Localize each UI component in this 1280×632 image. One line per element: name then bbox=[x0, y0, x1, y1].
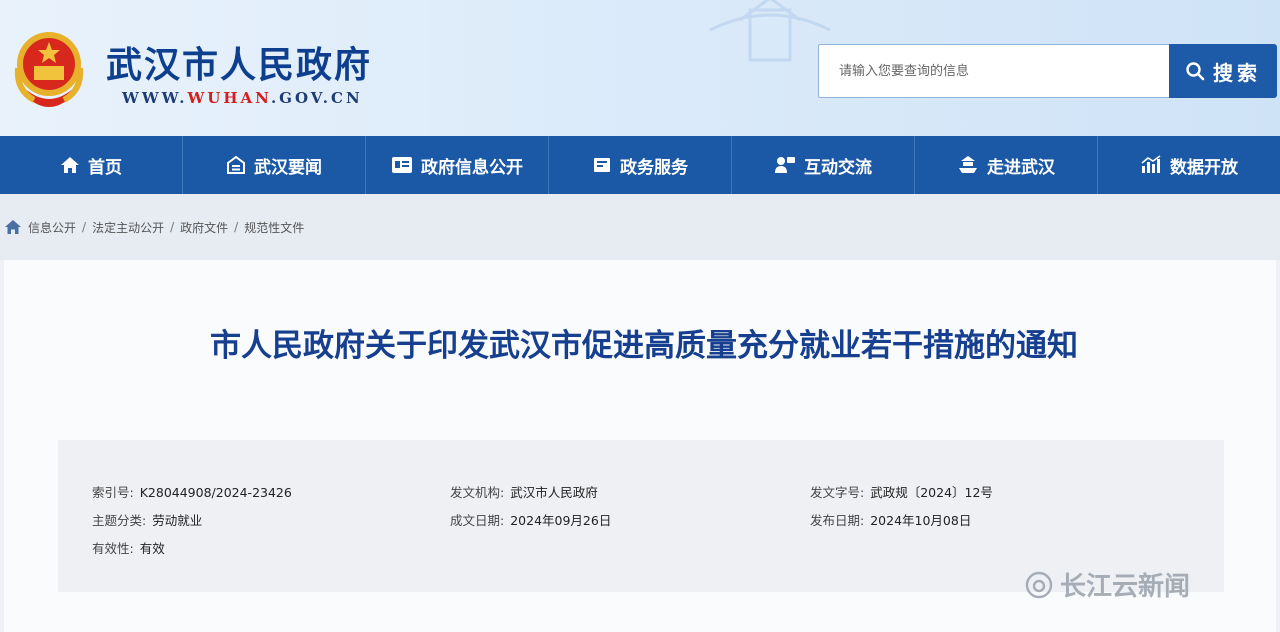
home-icon bbox=[61, 157, 79, 173]
news-icon bbox=[227, 155, 245, 174]
chat-icon bbox=[775, 157, 795, 173]
watermark-text: 长江云新闻 bbox=[1060, 572, 1191, 602]
breadcrumb-item[interactable]: 政府文件 bbox=[180, 219, 228, 236]
nav-item-label: 走进武汉 bbox=[987, 157, 1055, 178]
nav-item-label: 政府信息公开 bbox=[421, 157, 523, 178]
service-icon bbox=[594, 158, 610, 172]
nav-item-interaction[interactable]: 互动交流 bbox=[732, 136, 915, 194]
nav-item-explore-wuhan[interactable]: 走进武汉 bbox=[915, 136, 1098, 194]
meta-published-date: 发布日期: 2024年10月08日 bbox=[810, 513, 972, 528]
site-url[interactable]: WWW.WUHAN.GOV.CN bbox=[122, 89, 363, 107]
breadcrumb-separator: / bbox=[170, 220, 175, 234]
site-url-highlight: WUHAN bbox=[187, 89, 271, 107]
breadcrumb-item[interactable]: 规范性文件 bbox=[244, 219, 304, 236]
breadcrumb-item[interactable]: 信息公开 bbox=[28, 219, 76, 236]
site-url-prefix: WWW. bbox=[122, 89, 188, 107]
document-title: 市人民政府关于印发武汉市促进高质量充分就业若干措施的通知 bbox=[210, 328, 1078, 364]
meta-doc-number: 发文字号: 武政规〔2024〕12号 bbox=[810, 485, 993, 500]
meta-validity: 有效性: 有效 bbox=[92, 541, 165, 556]
nav-item-open-data[interactable]: 数据开放 bbox=[1098, 136, 1280, 194]
nav-item-gov-service[interactable]: 政务服务 bbox=[549, 136, 732, 194]
national-emblem-icon bbox=[14, 32, 84, 107]
meta-index: 索引号: K28044908/2024-23426 bbox=[92, 485, 292, 500]
breadcrumb: 信息公开 / 法定主动公开 / 政府文件 / 规范性文件 bbox=[0, 194, 1280, 260]
search-button[interactable]: 搜索 bbox=[1169, 44, 1277, 98]
site-url-suffix: .GOV.CN bbox=[270, 89, 363, 107]
meta-topic: 主题分类: 劳动就业 bbox=[92, 513, 203, 528]
nav-item-wuhan-news[interactable]: 武汉要闻 bbox=[183, 136, 366, 194]
meta-issuer: 发文机构: 武汉市人民政府 bbox=[450, 485, 598, 500]
home-icon[interactable] bbox=[4, 219, 22, 235]
nav-item-gov-info[interactable]: 政府信息公开 bbox=[366, 136, 549, 194]
meta-row: 索引号: K28044908/2024-23426 发文机构: 武汉市人民政府 发文… bbox=[58, 482, 1224, 506]
search-icon bbox=[1186, 62, 1205, 81]
weibo-logo-icon bbox=[1025, 571, 1053, 598]
site-header: 武汉市人民政府 WWW.WUHAN.GOV.CN 搜索 bbox=[0, 0, 1280, 136]
nav-item-home[interactable]: 首页 bbox=[0, 136, 183, 194]
breadcrumb-separator: / bbox=[234, 220, 239, 234]
nav-item-label: 数据开放 bbox=[1170, 157, 1238, 178]
nav-item-label: 首页 bbox=[88, 157, 122, 178]
search-input[interactable] bbox=[819, 45, 1169, 97]
meta-row: 有效性: 有效 bbox=[58, 538, 1224, 562]
nav-item-label: 武汉要闻 bbox=[254, 157, 322, 178]
tower-icon bbox=[959, 156, 977, 173]
nav-item-label: 政务服务 bbox=[620, 157, 688, 178]
site-title[interactable]: 武汉市人民政府 bbox=[106, 36, 372, 88]
search-button-label: 搜索 bbox=[1213, 60, 1261, 85]
breadcrumb-item[interactable]: 法定主动公开 bbox=[92, 219, 164, 236]
chart-icon bbox=[1141, 155, 1161, 173]
main-nav: 首页 武汉要闻 政府信息公开 政务服务 互动交流 走进武汉 数据开放 bbox=[0, 136, 1280, 194]
info-card-icon bbox=[392, 157, 412, 173]
watermark: 长江云新闻 bbox=[1024, 566, 1190, 603]
search-box bbox=[818, 44, 1170, 98]
meta-row: 主题分类: 劳动就业 成文日期: 2024年09月26日 发布日期: 2024年10月… bbox=[58, 510, 1224, 534]
nav-item-label: 互动交流 bbox=[804, 157, 872, 178]
breadcrumb-separator: / bbox=[82, 220, 87, 234]
meta-created-date: 成文日期: 2024年09月26日 bbox=[450, 513, 612, 528]
